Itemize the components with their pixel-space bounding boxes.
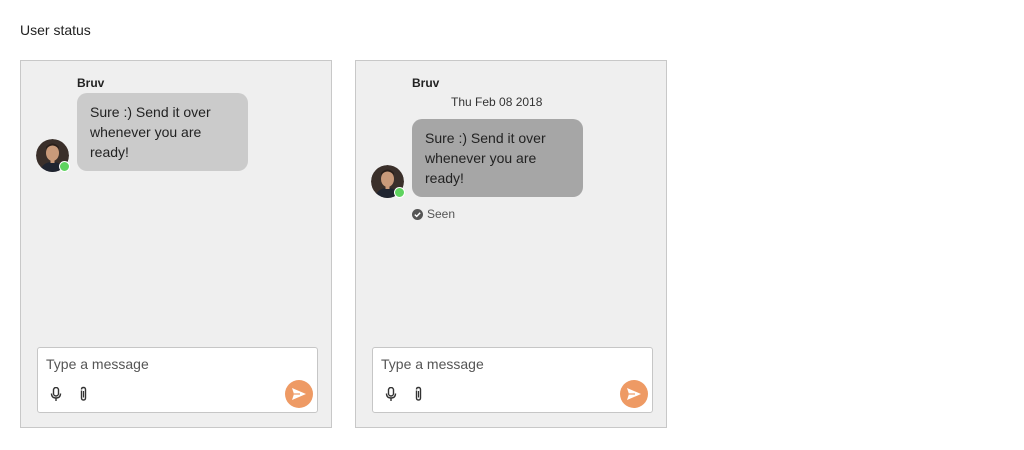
message-input[interactable] xyxy=(381,354,641,374)
check-circle-icon xyxy=(412,208,423,220)
message-bubble: Sure :) Send it over whenever you are re… xyxy=(412,119,583,197)
page-title: User status xyxy=(20,22,91,38)
message-author: Bruv xyxy=(77,76,105,90)
message-bubble: Sure :) Send it over whenever you are re… xyxy=(77,93,248,171)
send-button[interactable] xyxy=(285,380,313,408)
message-composer xyxy=(37,347,318,413)
send-icon xyxy=(627,388,641,400)
seen-status: Seen xyxy=(412,207,455,221)
microphone-icon[interactable] xyxy=(384,386,398,402)
message-input[interactable] xyxy=(46,354,306,374)
seen-label: Seen xyxy=(427,207,456,221)
microphone-icon[interactable] xyxy=(49,386,63,402)
chat-panel: Bruv Thu Feb 08 2018 Sure :) Send it ove… xyxy=(355,60,667,428)
send-button[interactable] xyxy=(620,380,648,408)
avatar[interactable] xyxy=(36,139,70,172)
online-status-indicator xyxy=(394,187,405,198)
chat-panel: Bruv Sure :) Send it over whenever you a… xyxy=(20,60,332,428)
send-icon xyxy=(292,388,306,400)
paperclip-icon[interactable] xyxy=(412,386,426,402)
paperclip-icon[interactable] xyxy=(77,386,91,402)
avatar[interactable] xyxy=(371,165,405,198)
message-author: Bruv xyxy=(412,76,440,90)
online-status-indicator xyxy=(59,161,70,172)
message-composer xyxy=(372,347,653,413)
message-date: Thu Feb 08 2018 xyxy=(451,95,543,109)
